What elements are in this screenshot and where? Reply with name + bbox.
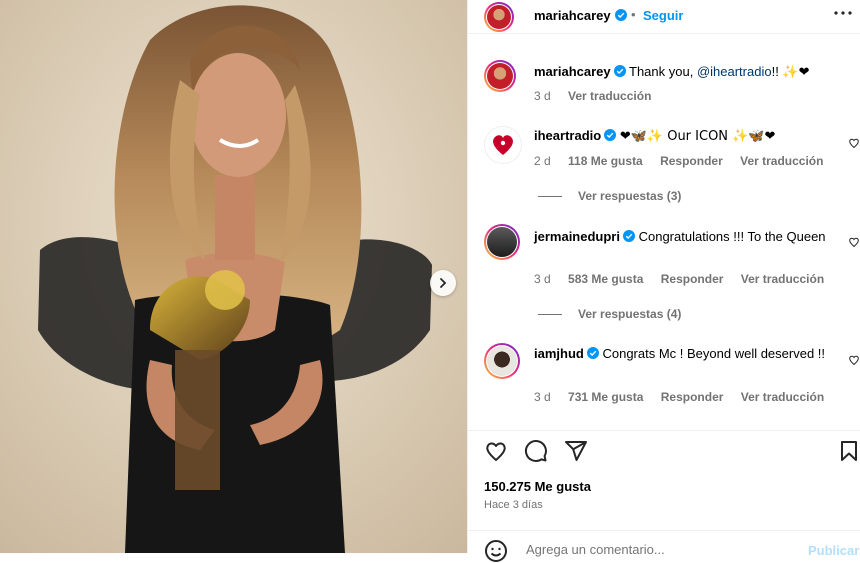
- comment-meta: 3 d 731 Me gusta Responder Ver traducció…: [534, 390, 838, 404]
- caption-text: mariahcarey Thank you, @iheartradio!! ✨❤: [534, 63, 834, 82]
- comment-meta: 3 d 583 Me gusta Responder Ver traducció…: [534, 272, 838, 286]
- reply-button[interactable]: Responder: [661, 390, 724, 404]
- caption-suffix: !!: [771, 64, 783, 79]
- verified-badge-icon: [604, 129, 617, 141]
- more-horizontal-icon[interactable]: [834, 10, 852, 16]
- comment-text: iamjhud Congrats Mc ! Beyond well deserv…: [534, 345, 834, 363]
- comment-likes[interactable]: 731 Me gusta: [568, 390, 643, 404]
- caption-translate-button[interactable]: Ver traducción: [568, 89, 651, 103]
- reply-button[interactable]: Responder: [660, 154, 723, 168]
- comment-body: Congratulations !!! To the Queen: [638, 229, 826, 244]
- send-icon[interactable]: [564, 439, 588, 463]
- view-replies-button[interactable]: Ver respuestas (4): [538, 307, 681, 321]
- author-username[interactable]: mariahcarey: [534, 8, 611, 23]
- comment-username[interactable]: jermainedupri: [534, 229, 620, 244]
- comment-time[interactable]: 3 d: [534, 390, 551, 404]
- post-photo[interactable]: [0, 0, 467, 553]
- translate-button[interactable]: Ver traducción: [741, 390, 824, 404]
- view-replies-label: Ver respuestas (4): [578, 307, 682, 321]
- caption-avatar[interactable]: [484, 60, 516, 92]
- view-replies-button[interactable]: Ver respuestas (3): [538, 189, 681, 203]
- photo-illustration: [0, 0, 467, 553]
- comment-body: Congrats Mc ! Beyond well deserved !!: [602, 346, 826, 361]
- chevron-right-icon: [440, 278, 447, 288]
- comment-meta: 2 d 118 Me gusta Responder Ver traducció…: [534, 154, 837, 168]
- caption-username[interactable]: mariahcarey: [534, 64, 611, 79]
- comment-text: iheartradio ❤🦋✨ Our ICON ✨🦋❤: [534, 127, 834, 146]
- comment-time[interactable]: 2 d: [534, 154, 551, 168]
- likes-count[interactable]: 150.275 Me gusta: [484, 479, 591, 494]
- reply-button[interactable]: Responder: [661, 272, 724, 286]
- verified-badge-icon: [586, 347, 599, 359]
- caption-meta: 3 d Ver traducción: [534, 89, 665, 103]
- post-actions-bar: [468, 430, 860, 471]
- replies-line: [538, 196, 562, 198]
- comment-avatar-jermainedupri[interactable]: [484, 224, 520, 260]
- comment-likes[interactable]: 583 Me gusta: [568, 272, 643, 286]
- follow-button[interactable]: Seguir: [643, 8, 683, 23]
- comment-username[interactable]: iamjhud: [534, 346, 584, 361]
- verified-badge-icon: [615, 9, 627, 21]
- comment-body: ❤🦋✨ Our ICON ✨🦋❤: [619, 129, 776, 144]
- verified-badge-icon: [613, 65, 626, 77]
- post-side-panel: mariahcarey • Seguir mariahcarey Thank y…: [467, 0, 860, 562]
- post-header: mariahcarey • Seguir: [468, 0, 860, 34]
- comment-like-heart-icon[interactable]: [848, 354, 860, 366]
- comment-like-heart-icon[interactable]: [848, 137, 860, 149]
- header-separator: •: [631, 7, 636, 22]
- view-replies-label: Ver respuestas (3): [578, 189, 682, 203]
- translate-button[interactable]: Ver traducción: [740, 154, 823, 168]
- comment-like-heart-icon[interactable]: [848, 236, 860, 248]
- bookmark-icon[interactable]: [837, 439, 860, 463]
- caption-body: Thank you,: [629, 64, 697, 79]
- iheartradio-logo-icon: [493, 135, 513, 155]
- comment-icon[interactable]: [524, 439, 548, 463]
- translate-button[interactable]: Ver traducción: [741, 272, 824, 286]
- caption-emojis: ✨❤: [782, 65, 810, 80]
- comment-time[interactable]: 3 d: [534, 272, 551, 286]
- heart-icon[interactable]: [484, 439, 508, 463]
- comment-username[interactable]: iheartradio: [534, 128, 601, 143]
- post-time-ago: Hace 3 días: [484, 499, 543, 511]
- next-photo-button[interactable]: [430, 270, 456, 296]
- add-comment-bar: Publicar: [468, 530, 860, 563]
- smiley-icon[interactable]: [484, 539, 508, 563]
- caption-mention[interactable]: @iheartradio: [697, 64, 772, 79]
- comment-avatar-iamjhud[interactable]: [484, 343, 520, 379]
- verified-badge-icon: [622, 230, 635, 242]
- comment-text: jermainedupri Congratulations !!! To the…: [534, 228, 834, 246]
- comment-avatar-iheartradio[interactable]: [484, 126, 522, 164]
- comment-likes[interactable]: 118 Me gusta: [568, 154, 643, 168]
- author-avatar[interactable]: [484, 2, 514, 32]
- caption-time[interactable]: 3 d: [534, 89, 551, 103]
- add-comment-input[interactable]: [524, 541, 788, 558]
- replies-line: [538, 314, 562, 316]
- post-comment-button[interactable]: Publicar: [808, 543, 859, 558]
